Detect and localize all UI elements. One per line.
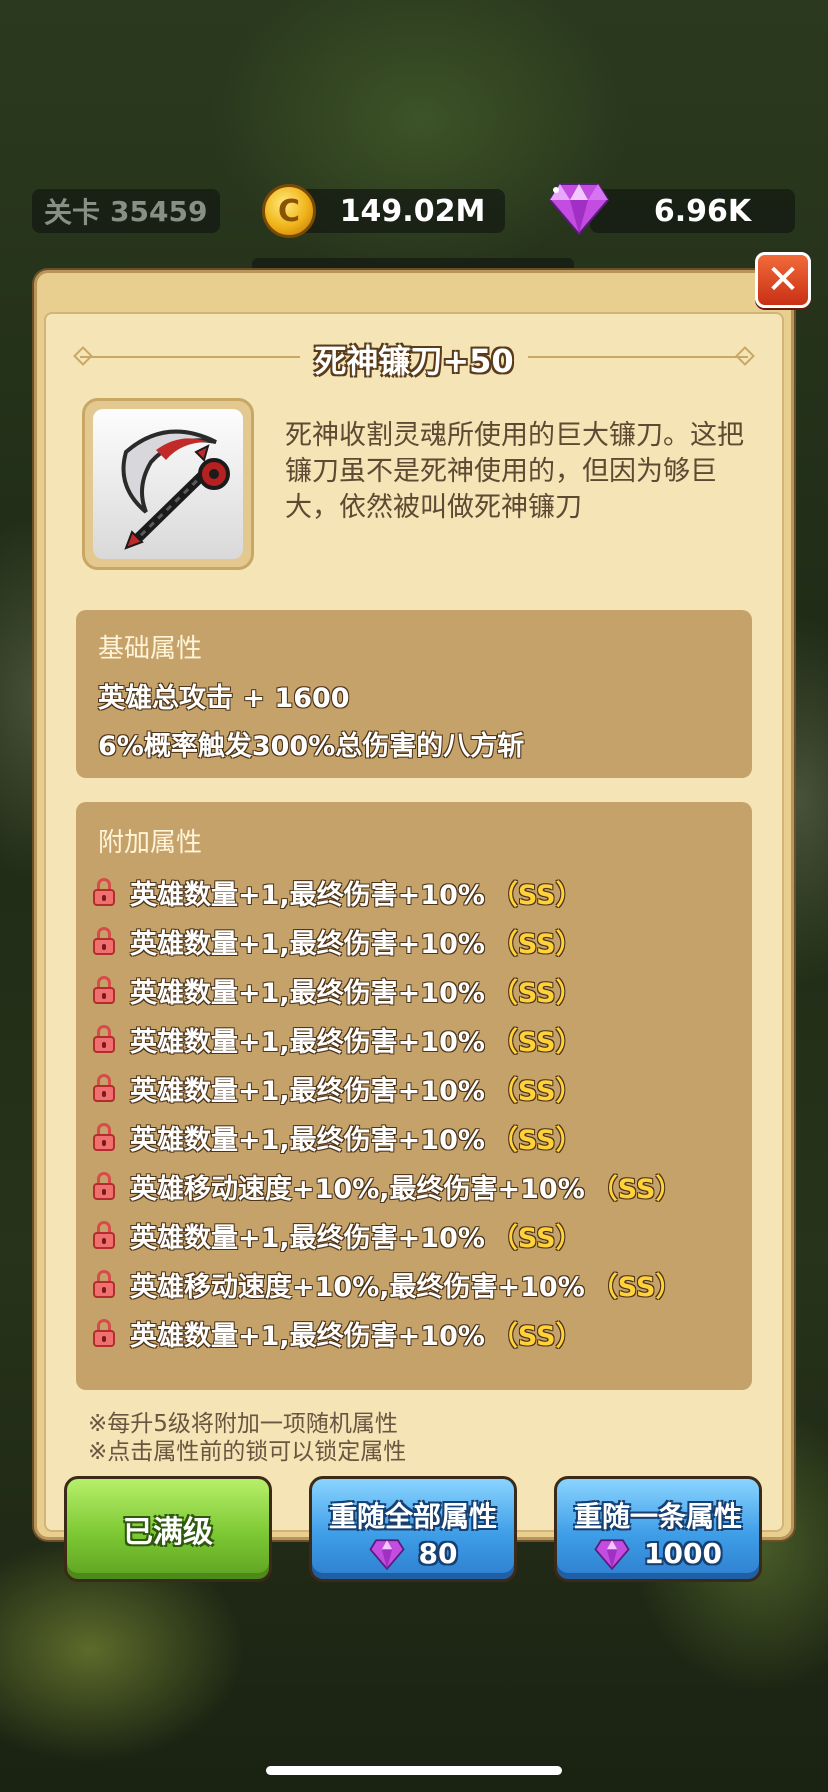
extra-attribute-text: 英雄数量+1,最终伤害+10% xyxy=(130,1222,485,1254)
close-icon: ✕ xyxy=(766,257,800,303)
item-description: 死神收割灵魂所使用的巨大镰刀。这把镰刀虽不是死神使用的，但因为够巨大，依然被叫做… xyxy=(285,420,744,523)
attribute-grade: （SS） xyxy=(590,1173,683,1205)
stage-counter: 关卡 35459 xyxy=(32,189,220,233)
reroll-all-cost: 80 xyxy=(418,1537,458,1570)
home-indicator[interactable] xyxy=(266,1766,562,1775)
attribute-grade: （SS） xyxy=(490,1320,583,1352)
base-stat-skill: 6%概率触发300%总伤害的八方斩 xyxy=(98,731,525,762)
extra-attribute-row: 英雄数量+1,最终伤害+10% （SS） xyxy=(92,919,583,963)
extra-attribute-row: 英雄数量+1,最终伤害+10% （SS） xyxy=(92,1066,583,1110)
extra-attribute-row: 英雄数量+1,最终伤害+10% （SS） xyxy=(92,1115,583,1159)
extra-attribute-text: 英雄数量+1,最终伤害+10% xyxy=(130,1320,485,1352)
gold-counter: 149.02M xyxy=(290,189,505,233)
attribute-grade: （SS） xyxy=(490,1124,583,1156)
extra-attribute-text: 英雄数量+1,最终伤害+10% xyxy=(130,879,485,911)
extra-attribute-row: 英雄数量+1,最终伤害+10% （SS） xyxy=(92,870,583,914)
stage-number: 35459 xyxy=(110,194,208,228)
gem-icon xyxy=(594,1538,630,1570)
reroll-one-cost: 1000 xyxy=(644,1537,722,1570)
reroll-all-attributes-button[interactable]: 重随全部属性 80 xyxy=(309,1476,517,1582)
lock-icon[interactable] xyxy=(92,976,116,1004)
gem-counter: 6.96K xyxy=(590,189,795,233)
extra-attribute-text: 英雄数量+1,最终伤害+10% xyxy=(130,1026,485,1058)
stage-label: 关卡 xyxy=(44,196,101,229)
item-title: 死神镰刀+50 xyxy=(314,342,514,380)
extra-attribute-text: 英雄移动速度+10%,最终伤害+10% xyxy=(130,1173,585,1205)
extra-attribute-text: 英雄数量+1,最终伤害+10% xyxy=(130,1075,485,1107)
extra-attributes-section: 附加属性 英雄数量+1,最终伤害+10% （SS） 英雄数量+1,最终伤害+10% （… xyxy=(76,802,752,1390)
lock-icon[interactable] xyxy=(92,1074,116,1102)
reroll-one-attribute-button[interactable]: 重随一条属性 1000 xyxy=(554,1476,762,1582)
attribute-grade: （SS） xyxy=(490,1222,583,1254)
extra-attribute-row: 英雄移动速度+10%,最终伤害+10% （SS） xyxy=(92,1262,682,1306)
extra-attribute-row: 英雄数量+1,最终伤害+10% （SS） xyxy=(92,968,583,1012)
attribute-grade: （SS） xyxy=(490,977,583,1009)
extra-attribute-text: 英雄数量+1,最终伤害+10% xyxy=(130,928,485,960)
gem-icon xyxy=(548,183,610,236)
max-level-button[interactable]: 已满级 xyxy=(64,1476,272,1582)
lock-icon[interactable] xyxy=(92,1319,116,1347)
base-stat-attack: 英雄总攻击 + 1600 xyxy=(98,683,350,714)
max-level-label: 已满级 xyxy=(123,1515,213,1550)
extra-attribute-row: 英雄数量+1,最终伤害+10% （SS） xyxy=(92,1311,583,1355)
reroll-one-label: 重随一条属性 xyxy=(573,1500,742,1533)
attribute-grade: （SS） xyxy=(590,1271,683,1303)
gem-amount: 6.96K xyxy=(653,193,752,229)
extra-attribute-row: 英雄数量+1,最终伤害+10% （SS） xyxy=(92,1213,583,1257)
note-lock: ※点击属性前的锁可以锁定属性 xyxy=(88,1439,407,1465)
extra-attribute-row: 英雄移动速度+10%,最终伤害+10% （SS） xyxy=(92,1164,682,1208)
extra-attribute-row: 英雄数量+1,最终伤害+10% （SS） xyxy=(92,1017,583,1061)
reroll-all-label: 重随全部属性 xyxy=(328,1500,497,1533)
attribute-grade: （SS） xyxy=(490,1026,583,1058)
gem-icon xyxy=(368,1538,405,1570)
gold-coin-icon: C xyxy=(262,184,316,238)
close-button[interactable]: ✕ xyxy=(755,252,811,308)
gold-amount: 149.02M xyxy=(339,193,486,229)
base-attributes-label: 基础属性 xyxy=(98,634,203,664)
attribute-grade: （SS） xyxy=(490,1075,583,1107)
lock-icon[interactable] xyxy=(92,1270,116,1298)
lock-icon[interactable] xyxy=(92,878,116,906)
extra-attributes-label: 附加属性 xyxy=(98,828,203,858)
attribute-grade: （SS） xyxy=(490,879,583,911)
item-icon-frame xyxy=(82,398,254,570)
lock-icon[interactable] xyxy=(92,1221,116,1249)
base-attributes-section: 基础属性 英雄总攻击 + 1600 6%概率触发300%总伤害的八方斩 xyxy=(76,610,752,778)
extra-attribute-text: 英雄数量+1,最终伤害+10% xyxy=(130,1124,485,1156)
attribute-grade: （SS） xyxy=(490,928,583,960)
extra-attribute-text: 英雄数量+1,最终伤害+10% xyxy=(130,977,485,1009)
lock-icon[interactable] xyxy=(92,1025,116,1053)
scythe-icon xyxy=(121,429,230,550)
lock-icon[interactable] xyxy=(92,927,116,955)
lock-icon[interactable] xyxy=(92,1123,116,1151)
lock-icon[interactable] xyxy=(92,1172,116,1200)
extra-attribute-text: 英雄移动速度+10%,最终伤害+10% xyxy=(130,1271,585,1303)
